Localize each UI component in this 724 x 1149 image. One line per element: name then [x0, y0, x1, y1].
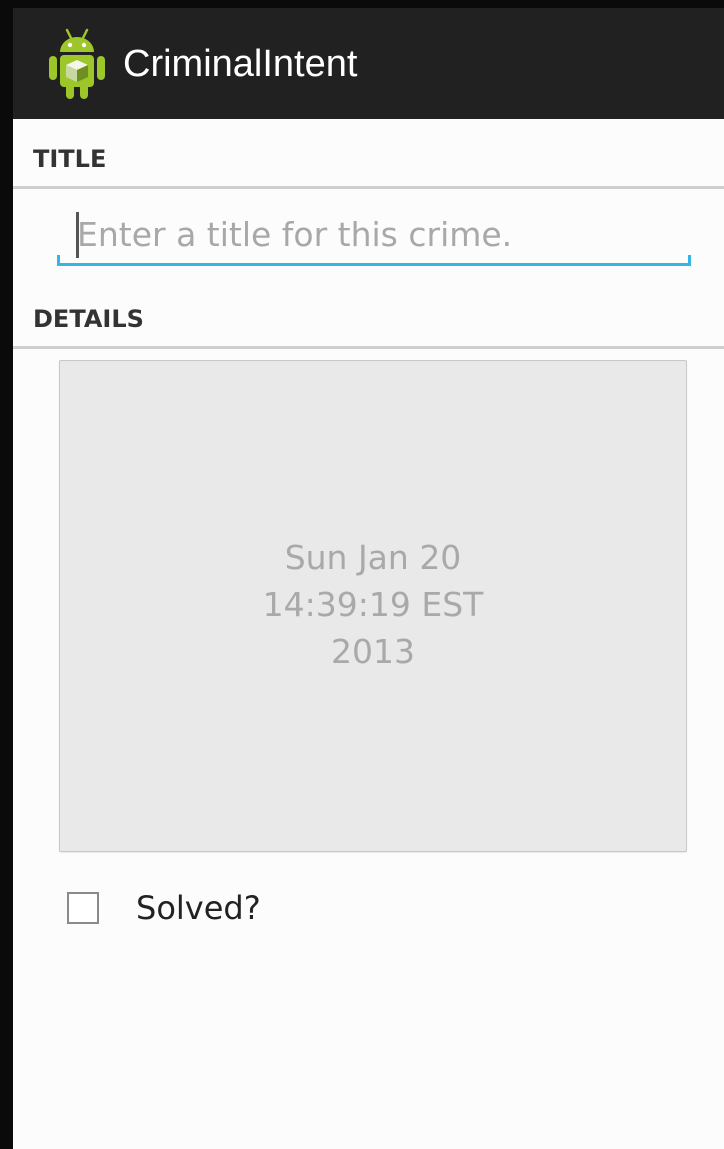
solved-label[interactable]: Solved? [136, 888, 261, 928]
solved-checkbox-row[interactable]: Solved? [63, 880, 363, 940]
title-section-divider [13, 186, 724, 189]
device-frame-left [0, 0, 13, 1149]
details-section-divider [13, 346, 724, 349]
details-section-header: DETAILS [33, 305, 144, 333]
crime-title-input[interactable] [77, 211, 677, 257]
device-frame-top [0, 0, 724, 8]
solved-checkbox[interactable] [67, 892, 99, 924]
app-title: CriminalIntent [123, 43, 358, 85]
action-bar: CriminalIntent [13, 8, 724, 119]
input-underline [57, 263, 691, 266]
screen: CriminalIntent TITLE DETAILS Sun Jan 20 … [13, 8, 724, 1149]
input-underline-right-tick [688, 255, 691, 266]
crime-date-label: Sun Jan 20 14:39:19 EST 2013 [262, 537, 484, 671]
title-section-header: TITLE [33, 145, 107, 173]
crime-title-field[interactable] [57, 203, 691, 273]
android-robot-icon[interactable] [47, 28, 107, 102]
text-cursor [76, 212, 79, 258]
crime-date-button[interactable]: Sun Jan 20 14:39:19 EST 2013 [59, 360, 687, 852]
